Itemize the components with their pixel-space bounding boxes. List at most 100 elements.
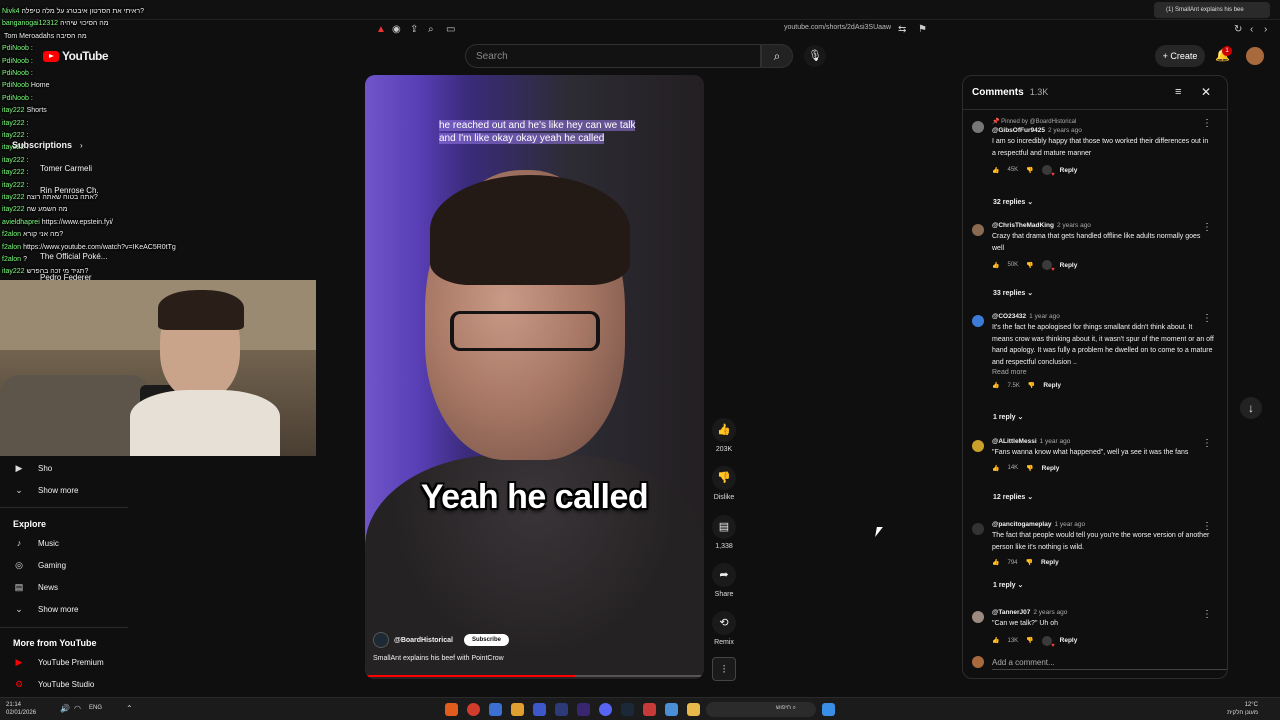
screen-icon[interactable]: ▭	[446, 25, 455, 35]
language-indicator[interactable]: ENG	[89, 705, 102, 711]
reply-button[interactable]: Reply	[1041, 559, 1059, 566]
share-button[interactable]: ➦ Share	[708, 563, 740, 598]
thumbs-down-icon[interactable]: 👎	[1026, 465, 1033, 472]
sidebar-item-studio[interactable]: ⚙ YouTube Studio	[12, 679, 94, 690]
more-options-icon[interactable]: ⋮	[1202, 521, 1212, 532]
wifi-icon[interactable]: ◠	[74, 704, 81, 714]
sort-icon[interactable]: ≡	[1175, 86, 1181, 98]
comment-avatar[interactable]	[972, 611, 984, 623]
translate-icon[interactable]: ⇆	[898, 25, 906, 35]
premiere-icon[interactable]	[577, 703, 590, 716]
sidebar-subscriptions[interactable]: Subscriptions ›	[12, 140, 83, 150]
comment-avatar[interactable]	[972, 440, 984, 452]
thumbs-down-icon[interactable]: 👎	[1028, 382, 1035, 389]
view-replies-button[interactable]: 1 reply ⌄	[993, 413, 1023, 421]
app-icon-4[interactable]	[511, 703, 524, 716]
like-button[interactable]: 👍 203K	[708, 418, 740, 453]
add-comment-field[interactable]: Add a comment...	[972, 656, 1227, 670]
taskbar-search[interactable]: חיפוש ⌕	[706, 702, 816, 717]
brave-icon[interactable]	[643, 703, 656, 716]
view-replies-button[interactable]: 1 reply ⌄	[993, 581, 1023, 589]
app-icon-1[interactable]	[445, 703, 458, 716]
comment-author[interactable]: @ChrisTheMadKing 2 years ago	[992, 222, 1214, 229]
view-replies-button[interactable]: 32 replies ⌄	[993, 198, 1033, 206]
bookmark-icon[interactable]: ⚑	[918, 25, 927, 35]
arrow-down-icon[interactable]: ↓	[1240, 397, 1262, 419]
account-avatar[interactable]	[1246, 47, 1264, 65]
file-explorer-icon[interactable]	[687, 703, 700, 716]
author-handle[interactable]: @ChrisTheMadKing	[992, 222, 1054, 229]
chevron-up-icon[interactable]: ⌃	[126, 704, 133, 714]
sidebar-show-more[interactable]: ⌄ Show more	[12, 485, 78, 496]
discord-icon[interactable]	[599, 703, 612, 716]
thumbs-down-icon[interactable]: 👎	[1026, 637, 1033, 644]
channel-name[interactable]: @BoardHistorical	[394, 637, 453, 644]
volume-icon[interactable]: 🔊	[60, 704, 70, 714]
sidebar-item-premium[interactable]: ▶ YouTube Premium	[12, 657, 104, 668]
comment-avatar[interactable]	[972, 121, 984, 133]
thumbs-up-icon[interactable]: 👍	[992, 559, 999, 566]
reply-button[interactable]: Reply	[1060, 262, 1078, 269]
sidebar-item-news[interactable]: ▤ News	[12, 582, 58, 593]
sidebar-item-shorts[interactable]: ▶ Sho	[12, 463, 53, 474]
sub-item-3[interactable]: The Official Poké...	[40, 252, 107, 261]
view-replies-button[interactable]: 33 replies ⌄	[993, 289, 1033, 297]
comment-avatar[interactable]	[972, 315, 984, 327]
comment-author[interactable]: @pancitogameplay 1 year ago	[992, 521, 1214, 528]
taskbar-clock-left[interactable]: 21:14 02/01/2026	[6, 701, 36, 717]
back-icon[interactable]: ‹	[1250, 25, 1253, 35]
more-options-icon[interactable]: ⋮	[1202, 609, 1212, 620]
subscribe-button[interactable]: Subscribe	[463, 634, 509, 646]
more-options-icon[interactable]: ⋮	[1202, 222, 1212, 233]
sub-item-2[interactable]: Rin Penrose Ch.	[40, 186, 99, 195]
app-icon-3[interactable]	[489, 703, 502, 716]
windows-start-icon[interactable]	[822, 703, 835, 716]
add-comment-placeholder[interactable]: Add a comment...	[992, 658, 1055, 667]
more-options-icon[interactable]: ⋮	[1202, 438, 1212, 449]
thumbs-up-icon[interactable]: 👍	[992, 262, 999, 269]
thumbs-up-icon[interactable]: 👍	[992, 167, 999, 174]
author-handle[interactable]: @TannerJ07	[992, 609, 1030, 616]
after-effects-icon[interactable]	[555, 703, 568, 716]
author-handle[interactable]: @pancitogameplay	[992, 521, 1051, 528]
view-replies-button[interactable]: 12 replies ⌄	[993, 493, 1033, 501]
thumbs-up-icon[interactable]: 👍	[992, 637, 999, 644]
reply-button[interactable]: Reply	[1060, 637, 1078, 644]
forward-icon[interactable]: ›	[1264, 25, 1267, 35]
sound-button[interactable]: ⫶	[708, 657, 740, 681]
thumbs-up-icon[interactable]: 👍	[992, 382, 999, 389]
more-options-icon[interactable]: ⋮	[1202, 313, 1212, 324]
thumbs-down-icon[interactable]: 👎	[1026, 262, 1033, 269]
sidebar-item-music[interactable]: ♪ Music	[12, 538, 59, 548]
author-handle[interactable]: @CO23432	[992, 313, 1026, 320]
comment-avatar[interactable]	[972, 224, 984, 236]
sidebar-item-gaming[interactable]: ◎ Gaming	[12, 560, 66, 571]
reply-button[interactable]: Reply	[1042, 465, 1060, 472]
search-input[interactable]: Search	[465, 44, 761, 68]
app-icon-5[interactable]	[533, 703, 546, 716]
sidebar-explore-show-more[interactable]: ⌄ Show more	[12, 604, 78, 615]
address-url[interactable]: youtube.com/shorts/2dAsi3SUaaw	[784, 24, 891, 31]
comment-avatar[interactable]	[972, 523, 984, 535]
comment-author[interactable]: @ALittleMessi 1 year ago	[992, 438, 1214, 445]
reply-button[interactable]: Reply	[1060, 167, 1078, 174]
steam-icon[interactable]	[621, 703, 634, 716]
read-more-link[interactable]: Read more	[992, 369, 1214, 376]
app-icon-11[interactable]	[665, 703, 678, 716]
thumbs-down-icon[interactable]: 👎	[1026, 559, 1033, 566]
sub-item-1[interactable]: Tomer Carmeli	[40, 164, 92, 173]
comment-author[interactable]: @GibsOfFur9425 2 years ago	[992, 127, 1214, 134]
voice-search-button[interactable]: 🎙	[804, 45, 826, 67]
comment-author[interactable]: @TannerJ07 2 years ago	[992, 609, 1214, 616]
video-progress-bar[interactable]	[365, 675, 704, 677]
thumbs-up-icon[interactable]: 👍	[992, 465, 999, 472]
thumbs-down-icon[interactable]: 👎	[1026, 167, 1033, 174]
chrome-icon[interactable]	[467, 703, 480, 716]
browser-tab[interactable]: (1) SmallAnt explains his bee	[1154, 2, 1270, 18]
remix-button[interactable]: ⟲ Remix	[708, 611, 740, 646]
video-channel[interactable]: @BoardHistorical Subscribe	[373, 632, 509, 648]
reply-button[interactable]: Reply	[1043, 382, 1061, 389]
taskbar-weather[interactable]: 12°C מעונן חלקית	[1222, 701, 1258, 717]
comments-button[interactable]: ▤ 1,338	[708, 515, 740, 550]
create-button[interactable]: + Create	[1155, 45, 1205, 67]
